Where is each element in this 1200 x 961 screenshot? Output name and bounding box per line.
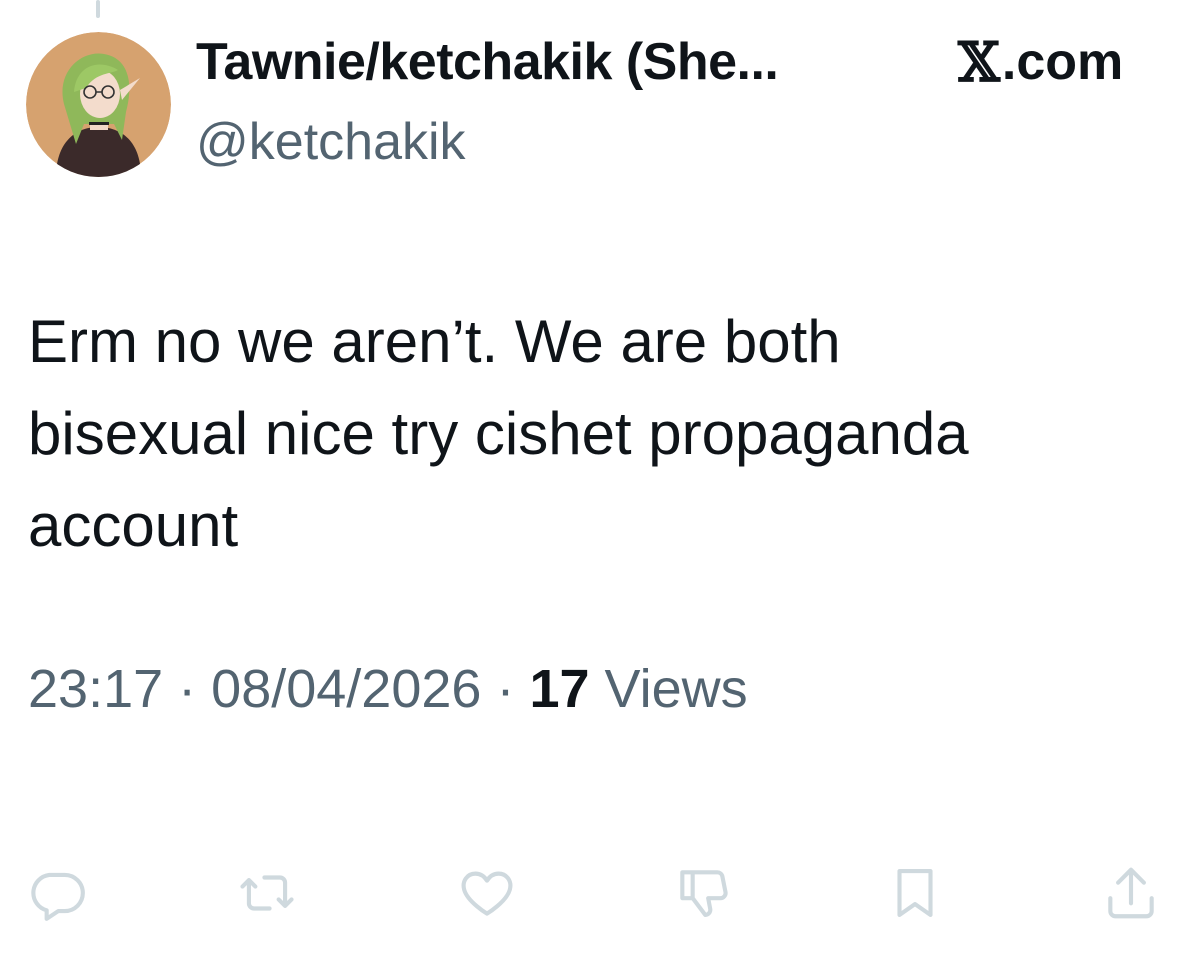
reply-button[interactable] <box>22 858 92 928</box>
bookmark-button[interactable] <box>880 858 950 928</box>
thread-connector-line <box>96 0 100 18</box>
retweet-icon <box>240 875 294 911</box>
tweet-time[interactable]: 23:17 <box>28 659 163 719</box>
tweet-text: Erm no we aren’t. We are both bisexual ni… <box>28 296 1178 572</box>
avatar[interactable] <box>26 32 171 177</box>
like-icon <box>461 871 513 916</box>
like-button[interactable] <box>452 858 522 928</box>
avatar-image <box>26 32 171 177</box>
meta-separator: · <box>496 659 515 719</box>
reply-icon <box>31 872 85 921</box>
bookmark-icon <box>897 868 933 918</box>
action-bar <box>0 858 1200 938</box>
retweet-button[interactable] <box>232 858 302 928</box>
author-handle[interactable]: @ketchakik <box>196 110 466 174</box>
tweet-text-line: bisexual nice try cishet propaganda <box>28 400 969 467</box>
views-label: Views <box>604 659 748 719</box>
meta-separator: · <box>178 659 197 719</box>
dislike-icon <box>680 870 728 918</box>
tweet-date[interactable]: 08/04/2026 <box>211 659 481 719</box>
source-label: 𝕏 .com <box>958 30 1123 94</box>
x-logo-icon: 𝕏 <box>958 30 1000 94</box>
views-count: 17 <box>529 659 590 719</box>
tweet-metadata: 23:17 · 08/04/2026 · 17 Views <box>28 656 748 722</box>
share-button[interactable] <box>1096 858 1166 928</box>
source-domain: .com <box>1001 33 1124 91</box>
dislike-button[interactable] <box>668 858 738 928</box>
author-display-name[interactable]: Tawnie/ketchakik (She... <box>196 30 779 94</box>
tweet-text-line: account <box>28 492 239 559</box>
share-icon <box>1108 867 1154 919</box>
tweet-text-line: Erm no we aren’t. We are both <box>28 308 841 375</box>
